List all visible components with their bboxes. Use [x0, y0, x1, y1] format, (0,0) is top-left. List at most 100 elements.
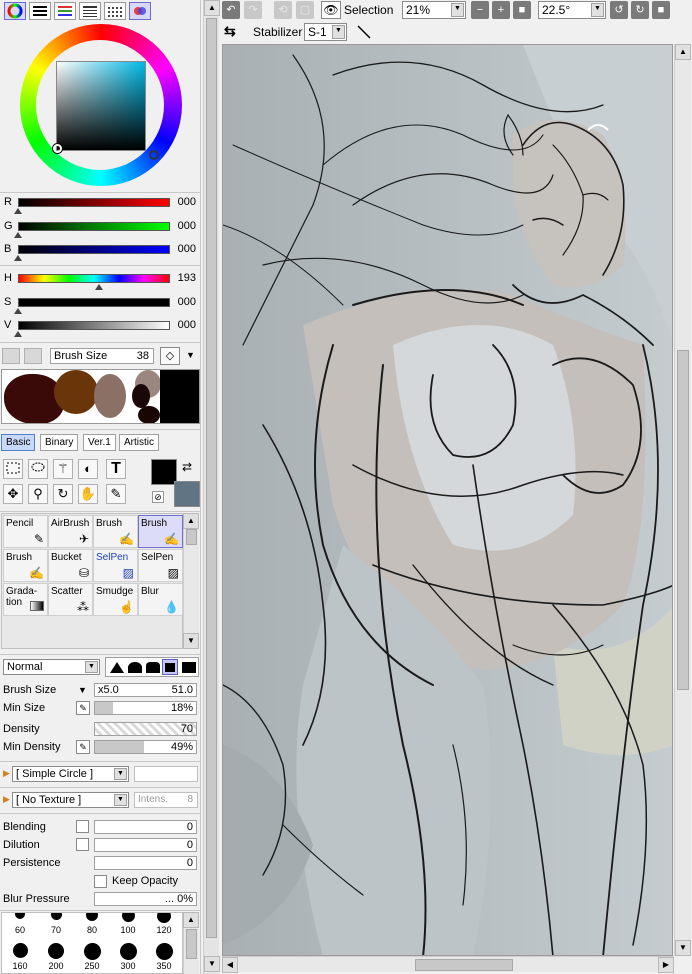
blending-checkbox[interactable] [76, 820, 89, 833]
canvas-scroll-up-icon[interactable]: ▲ [675, 44, 691, 60]
tab-basic[interactable]: Basic [1, 434, 36, 451]
scroll-down-icon[interactable]: ▼ [183, 633, 199, 649]
persistence-bar[interactable]: 0 [94, 856, 197, 870]
brush-preset-dot[interactable] [86, 913, 98, 921]
brush-size-dropdown-icon[interactable]: ▼ [78, 685, 87, 695]
b-slider[interactable] [18, 245, 170, 254]
lasso-icon[interactable] [28, 459, 48, 479]
saturation-value-square[interactable] [56, 61, 146, 151]
eyedropper-icon[interactable]: ✎ [106, 484, 126, 504]
presets-scroll-thumb[interactable] [186, 929, 197, 959]
g-slider-thumb[interactable] [14, 232, 22, 238]
scratchpad-canvas[interactable] [1, 369, 200, 424]
sv-cursor[interactable] [53, 144, 62, 153]
brush-slot-pencil[interactable]: Pencil ✎ [3, 515, 48, 548]
brush-preset-dot[interactable] [15, 913, 25, 919]
swap-colors-icon[interactable]: ⇄ [182, 460, 192, 474]
hsv-sliders-icon[interactable] [54, 2, 76, 20]
s-slider[interactable] [18, 298, 170, 307]
brush-grid-scrollbar[interactable]: ▲ ▼ [183, 513, 199, 649]
brush-slot-blur[interactable]: Blur 💧 [138, 583, 183, 616]
brush-preset-dot[interactable] [155, 943, 173, 960]
brush-slot-smudge[interactable]: Smudge ☝ [93, 583, 138, 616]
zoom-out-icon[interactable]: − [471, 1, 489, 19]
blending-bar[interactable]: 0 [94, 820, 197, 834]
rect-select-icon[interactable] [3, 459, 23, 479]
texture-intensity-field[interactable]: Intens. 8 [134, 792, 198, 808]
s-slider-thumb[interactable] [14, 308, 22, 314]
shape-strength-field[interactable] [134, 766, 198, 782]
rotate-right-icon[interactable]: ↻ [631, 1, 649, 19]
move-icon[interactable]: ✥ [3, 484, 23, 504]
scratchpad-icon[interactable] [129, 2, 151, 20]
min-size-bar[interactable]: 18% [94, 701, 197, 715]
presets-scroll-up-icon[interactable]: ▲ [183, 912, 199, 928]
tip-square-icon[interactable] [182, 662, 196, 673]
dilution-bar[interactable]: 0 [94, 838, 197, 852]
tip-sharp-icon[interactable] [110, 662, 124, 673]
brush-preset-dot[interactable] [157, 913, 171, 923]
brush-slot-bucket[interactable]: Bucket ⛁ [48, 549, 93, 582]
pressure-density-icon[interactable]: ✎ [76, 740, 90, 754]
rotation-select[interactable]: 22.5° ▼ [538, 1, 606, 19]
keep-opacity-checkbox[interactable] [94, 875, 107, 888]
color-wheel[interactable] [18, 24, 184, 188]
transparent-color-icon[interactable]: ⊘ [152, 491, 164, 503]
redo-icon[interactable]: ↷ [244, 1, 262, 19]
brush-slot-selpen-1[interactable]: SelPen ▨ [93, 549, 138, 582]
scroll-up-icon[interactable]: ▲ [183, 513, 199, 529]
brush-slot-brush-1[interactable]: Brush ✍ [93, 515, 138, 548]
shape-expand-icon[interactable]: ▶ [3, 768, 10, 779]
blend-mode-select[interactable]: Normal ▼ [3, 659, 100, 675]
brush-preset-dot[interactable] [50, 913, 62, 920]
brush-slot-brush-3[interactable]: Brush ✍ [3, 549, 48, 582]
swatch-grid-icon[interactable] [104, 2, 126, 20]
tab-artistic[interactable]: Artistic [119, 434, 159, 451]
selection-visibility-eye-icon[interactable]: 👁 [321, 1, 341, 19]
canvas-horizontal-scrollbar[interactable]: ◀ ▶ [222, 956, 674, 973]
canvas-vscroll-thumb[interactable] [677, 350, 689, 690]
deselect-icon[interactable]: ⟲ [274, 1, 292, 19]
rotate-icon[interactable]: ↻ [53, 484, 73, 504]
g-slider[interactable] [18, 222, 170, 231]
brush-size-field[interactable]: Brush Size 38 [50, 348, 154, 364]
line-tool-icon[interactable] [354, 22, 374, 42]
panel-scroll-thumb[interactable] [206, 18, 217, 938]
zoom-icon[interactable]: ⚲ [28, 484, 48, 504]
brush-texture-select[interactable]: [ No Texture ] ▼ [12, 792, 129, 808]
brush-slot-airbrush[interactable]: AirBrush ✈ [48, 515, 93, 548]
pressure-size-icon[interactable]: ✎ [76, 701, 90, 715]
redo-scratch-icon[interactable] [24, 348, 42, 364]
v-slider-thumb[interactable] [14, 331, 22, 337]
brush-preset-dot[interactable] [119, 943, 137, 960]
brush-shape-select[interactable]: [ Simple Circle ] ▼ [12, 766, 129, 782]
undo-icon[interactable]: ↶ [222, 1, 240, 19]
swatches-icon[interactable] [79, 2, 101, 20]
h-slider-thumb[interactable] [95, 284, 103, 290]
brush-size-bar[interactable]: x5.0 51.0 [94, 683, 197, 697]
min-density-bar[interactable]: 49% [94, 740, 197, 754]
presets-scrollbar[interactable]: ▲ [183, 912, 199, 974]
b-slider-thumb[interactable] [14, 255, 22, 261]
hue-cursor[interactable] [149, 150, 159, 160]
brush-slot-brush-2[interactable]: Brush ✍ [138, 515, 183, 548]
blur-pressure-bar[interactable]: ... 0% [94, 892, 197, 906]
canvas-scroll-down-icon[interactable]: ▼ [675, 940, 691, 956]
eraser-scratch-icon[interactable]: ◇ [160, 347, 180, 365]
zoom-reset-icon[interactable]: ■ [513, 1, 531, 19]
panel-scroll-up-icon[interactable]: ▲ [204, 0, 220, 16]
canvas-scroll-left-icon[interactable]: ◀ [222, 957, 238, 973]
r-slider[interactable] [18, 198, 170, 207]
canvas-vertical-scrollbar[interactable]: ▲ ▼ [674, 44, 691, 956]
brush-slot-gradation[interactable]: Grada- tion [3, 583, 48, 616]
brush-grid-scroll-thumb[interactable] [186, 529, 197, 545]
tab-binary[interactable]: Binary [40, 434, 79, 451]
panel-scrollbar[interactable]: ▲ ▼ [203, 0, 220, 974]
brush-preset-dot[interactable] [121, 913, 135, 922]
secondary-color-swatch[interactable] [174, 481, 200, 507]
canvas-scroll-right-icon[interactable]: ▶ [658, 957, 674, 973]
density-bar[interactable]: 70 [94, 722, 197, 736]
tip-flat-selected[interactable] [162, 659, 178, 675]
brush-preset-dot[interactable] [48, 943, 64, 959]
brush-slot-scatter[interactable]: Scatter ⁂ [48, 583, 93, 616]
